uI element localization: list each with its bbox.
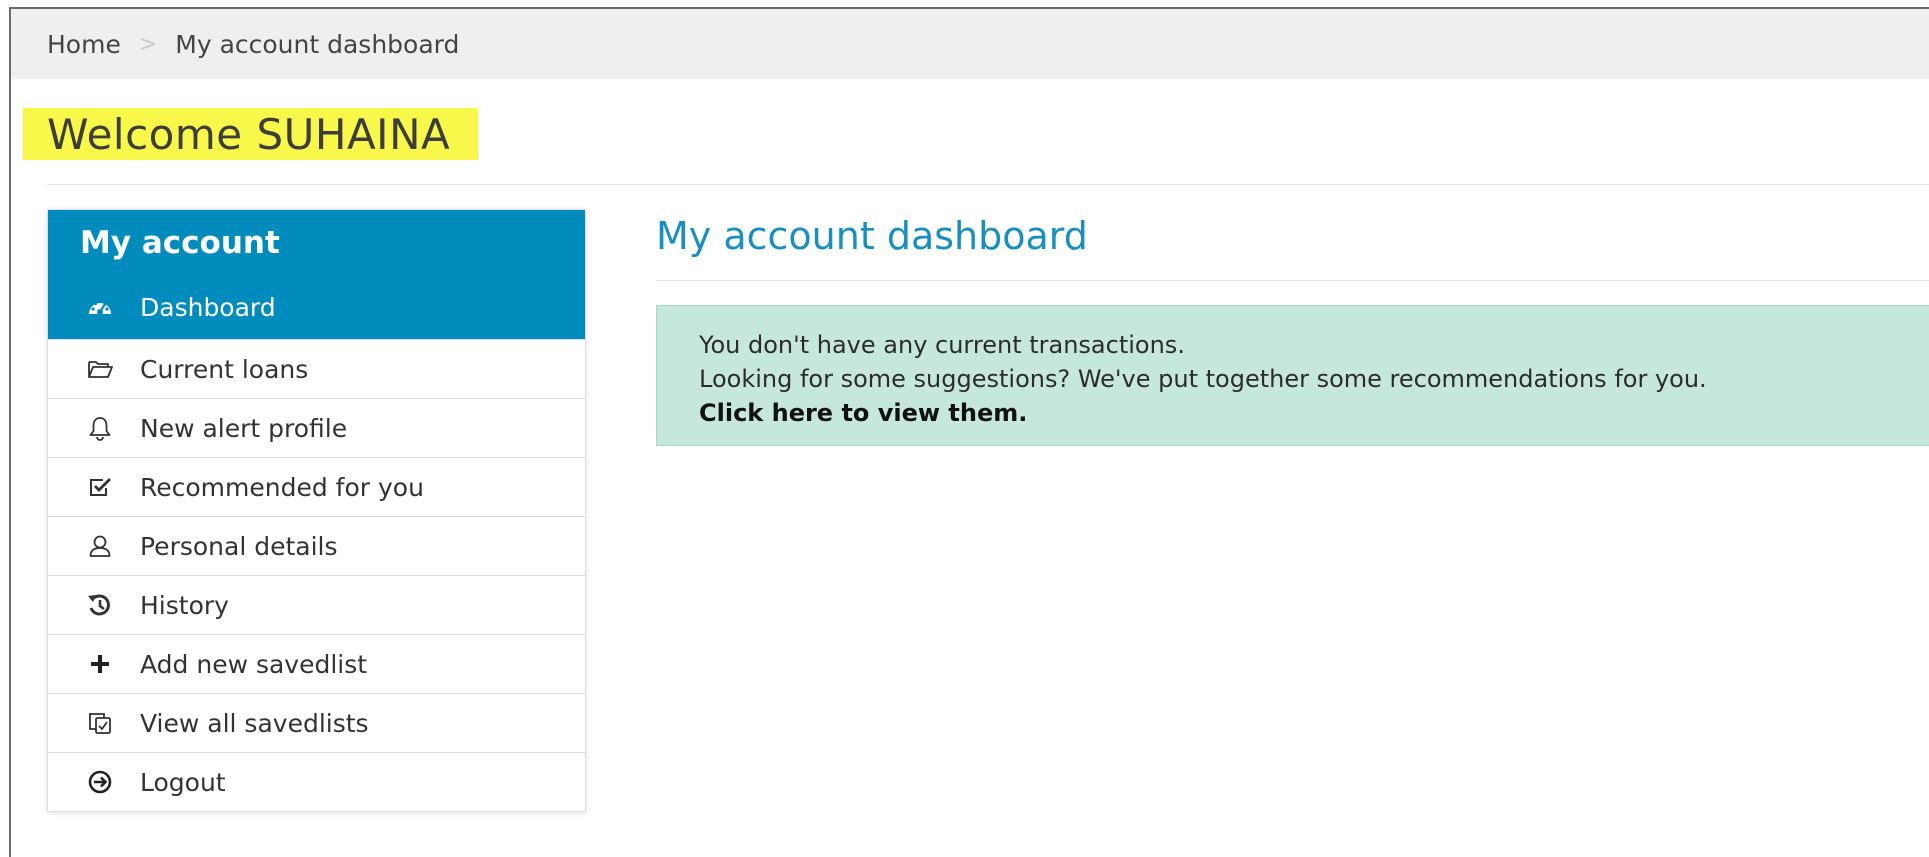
sidebar-item-history[interactable]: History bbox=[48, 575, 585, 634]
sidebar-item-view-savedlists[interactable]: View all savedlists bbox=[48, 693, 585, 752]
bell-icon bbox=[84, 412, 116, 444]
account-sidebar: My account Dashboard Current loans New a… bbox=[47, 209, 586, 812]
divider bbox=[47, 184, 1929, 185]
copy-icon bbox=[84, 707, 116, 739]
sidebar-item-label: Recommended for you bbox=[140, 472, 424, 502]
breadcrumb-home-link[interactable]: Home bbox=[47, 30, 121, 59]
user-icon bbox=[84, 530, 116, 562]
sidebar-item-recommended[interactable]: Recommended for you bbox=[48, 457, 585, 516]
page-frame: Home > My account dashboard Welcome SUHA… bbox=[9, 7, 1929, 857]
sidebar-item-logout[interactable]: Logout bbox=[48, 752, 585, 811]
sidebar-item-label: View all savedlists bbox=[140, 708, 369, 738]
view-recommendations-link[interactable]: Click here to view them. bbox=[699, 396, 1929, 430]
history-icon bbox=[84, 589, 116, 621]
sidebar-item-personal-details[interactable]: Personal details bbox=[48, 516, 585, 575]
breadcrumb-current: My account dashboard bbox=[175, 29, 460, 59]
dashboard-icon bbox=[84, 292, 116, 324]
page-title: My account dashboard bbox=[656, 214, 1088, 258]
divider bbox=[656, 280, 1929, 281]
sidebar-item-add-savedlist[interactable]: Add new savedlist bbox=[48, 634, 585, 693]
sidebar-item-label: History bbox=[140, 590, 229, 620]
welcome-heading: Welcome SUHAINA bbox=[23, 108, 479, 160]
info-alert: You don't have any current transactions.… bbox=[656, 305, 1929, 446]
sidebar-item-current-loans[interactable]: Current loans bbox=[48, 339, 585, 398]
folder-open-icon bbox=[84, 353, 116, 385]
sidebar-item-label: Personal details bbox=[140, 531, 338, 561]
sidebar-item-label: New alert profile bbox=[140, 413, 348, 443]
check-square-icon bbox=[84, 471, 116, 503]
breadcrumb-separator: > bbox=[138, 31, 158, 57]
plus-icon bbox=[84, 648, 116, 680]
breadcrumb: Home > My account dashboard bbox=[11, 9, 1929, 79]
sidebar-header: My account bbox=[48, 210, 585, 276]
logout-icon bbox=[84, 766, 116, 798]
sidebar-item-dashboard[interactable]: Dashboard bbox=[48, 276, 585, 339]
alert-message-no-transactions: You don't have any current transactions. bbox=[699, 331, 1185, 359]
sidebar-item-label: Current loans bbox=[140, 354, 309, 384]
sidebar-item-new-alert-profile[interactable]: New alert profile bbox=[48, 398, 585, 457]
alert-message-suggestions: Looking for some suggestions? We've put … bbox=[699, 365, 1707, 393]
sidebar-item-label: Add new savedlist bbox=[140, 649, 368, 679]
sidebar-item-label: Dashboard bbox=[140, 293, 276, 322]
sidebar-item-label: Logout bbox=[140, 767, 226, 797]
